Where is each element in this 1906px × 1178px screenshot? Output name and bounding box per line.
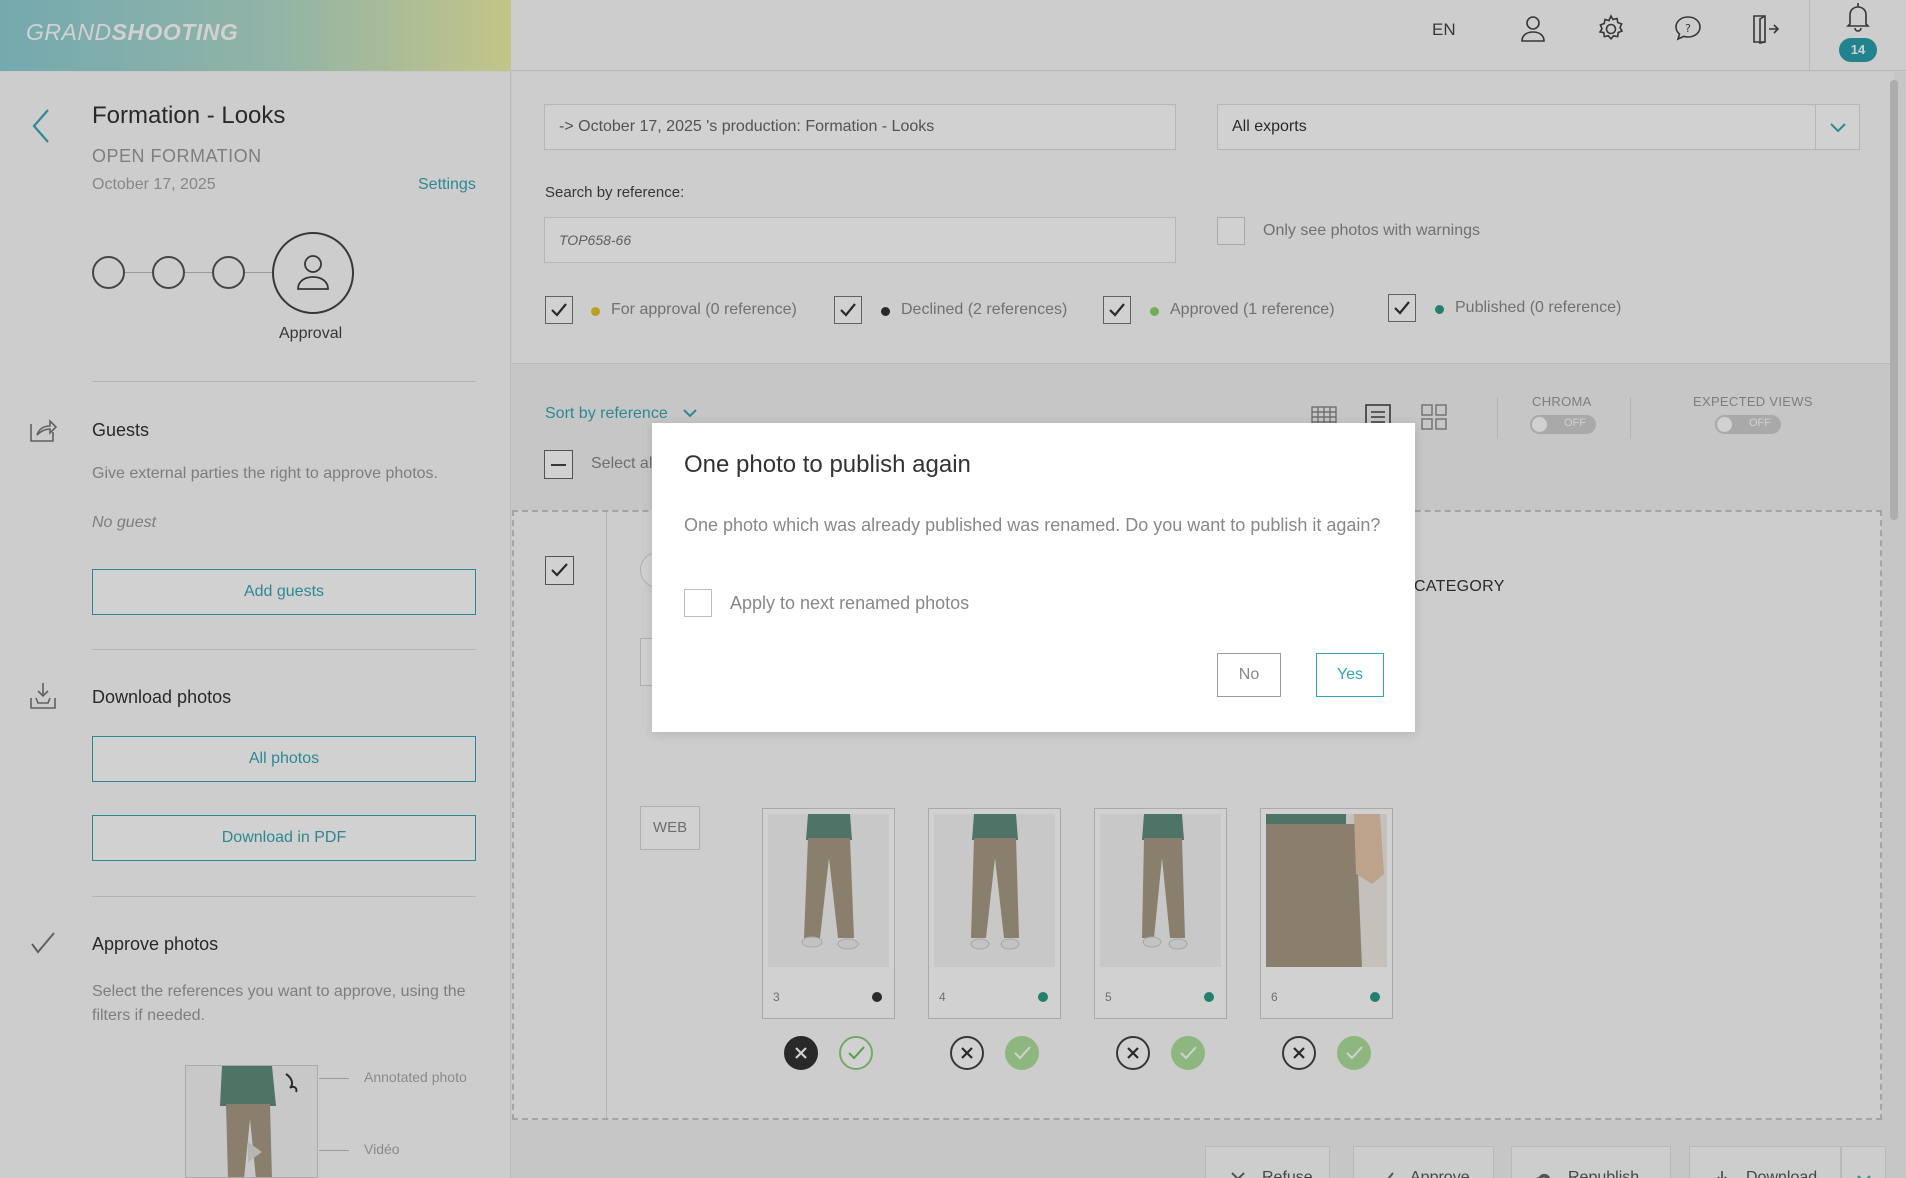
yes-button[interactable]: Yes xyxy=(1316,653,1384,697)
dialog-message: One photo which was already published wa… xyxy=(684,515,1381,535)
apply-next-checkbox[interactable] xyxy=(684,589,712,617)
apply-next-label: Apply to next renamed photos xyxy=(730,593,970,613)
no-button[interactable]: No xyxy=(1217,653,1281,697)
republish-dialog: One photo to publish again One photo whi… xyxy=(652,423,1415,732)
dialog-title: One photo to publish again xyxy=(684,451,971,478)
